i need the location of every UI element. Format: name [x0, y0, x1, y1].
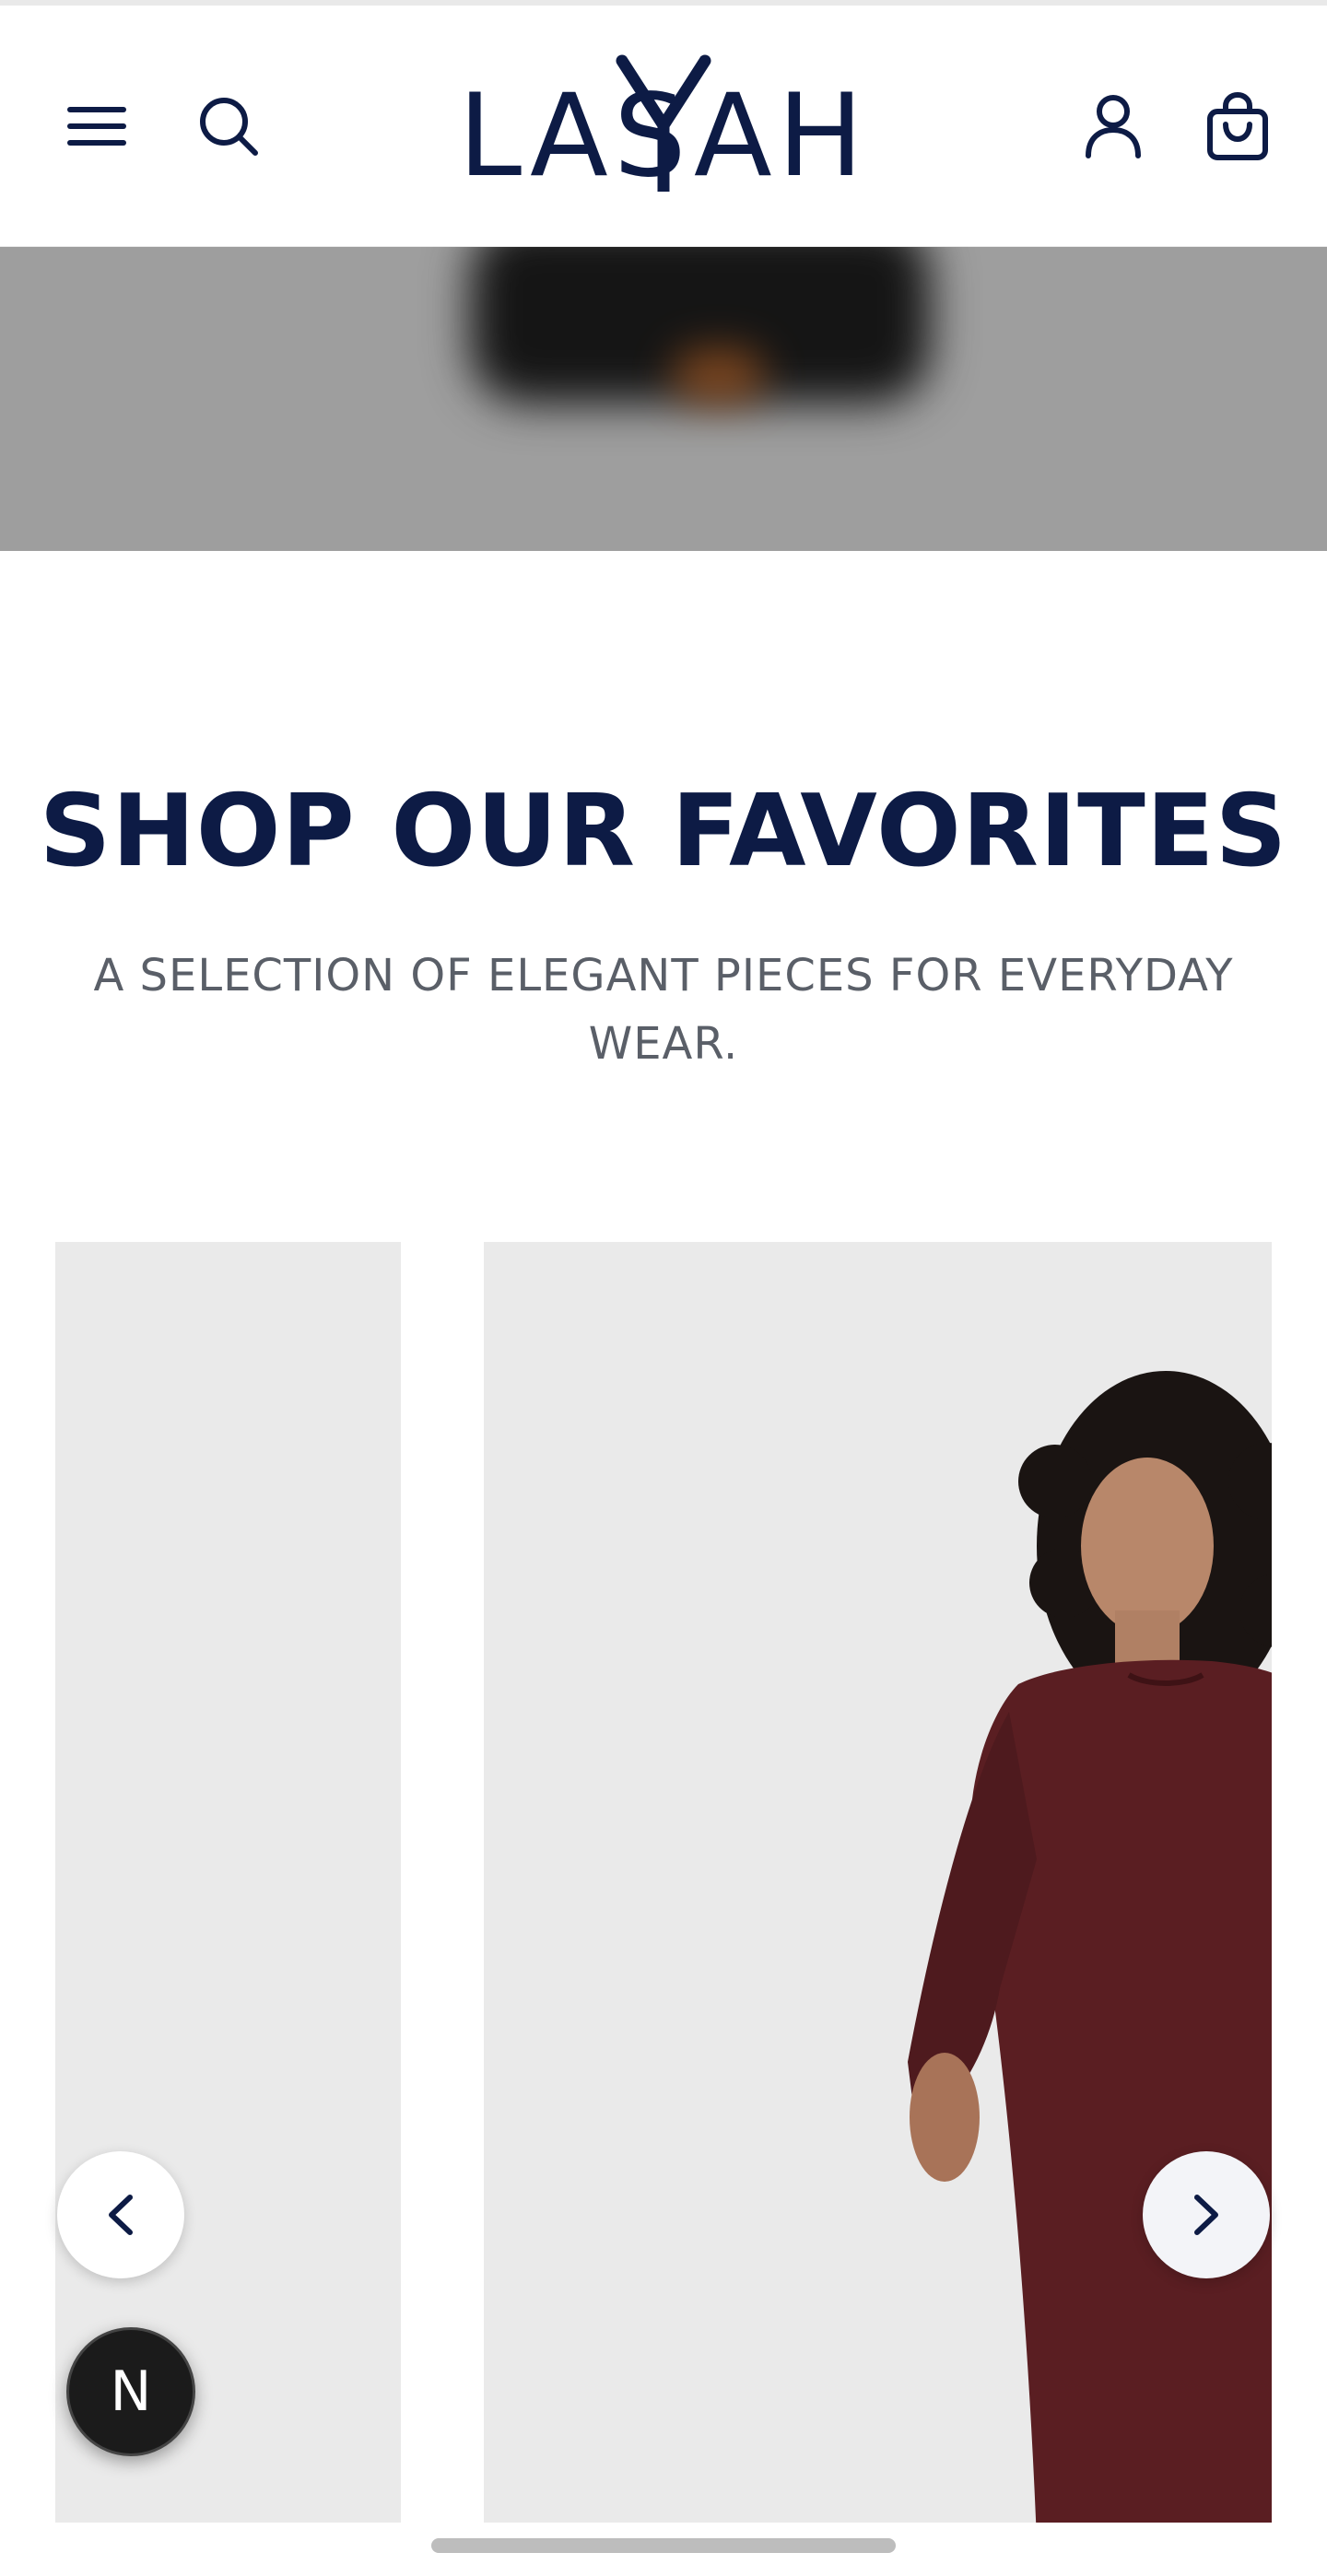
product-carousel[interactable] [0, 1242, 1327, 2523]
site-header: LASAH [0, 6, 1327, 247]
logo-monogram-icon [616, 54, 711, 192]
search-button[interactable] [187, 85, 270, 168]
brand-logo[interactable]: LASAH [458, 53, 863, 201]
product-image-model [908, 1371, 1272, 2523]
menu-button[interactable] [55, 85, 138, 168]
chevron-left-icon [109, 2195, 133, 2235]
n-floating-badge[interactable]: N [66, 2327, 195, 2456]
cart-button[interactable] [1196, 85, 1279, 168]
product-card-current[interactable] [484, 1242, 1272, 2523]
menu-icon [67, 107, 126, 146]
shopping-bag-icon [1207, 91, 1268, 160]
search-icon [200, 98, 258, 156]
hero-blurred-accent [673, 348, 765, 404]
section-title: SHOP OUR FAVORITES [39, 774, 1288, 889]
hero-banner-image [0, 247, 1327, 551]
carousel-next-button[interactable] [1143, 2151, 1270, 2278]
section-subtitle: A SELECTION OF ELEGANT PIECES FOR EVERYD… [93, 950, 1234, 1070]
account-icon [1086, 95, 1141, 158]
account-button[interactable] [1072, 85, 1155, 168]
home-indicator[interactable] [431, 2538, 896, 2553]
product-card-previous[interactable] [55, 1242, 401, 2523]
carousel-prev-button[interactable] [57, 2151, 184, 2278]
chevron-right-icon [1194, 2195, 1218, 2235]
